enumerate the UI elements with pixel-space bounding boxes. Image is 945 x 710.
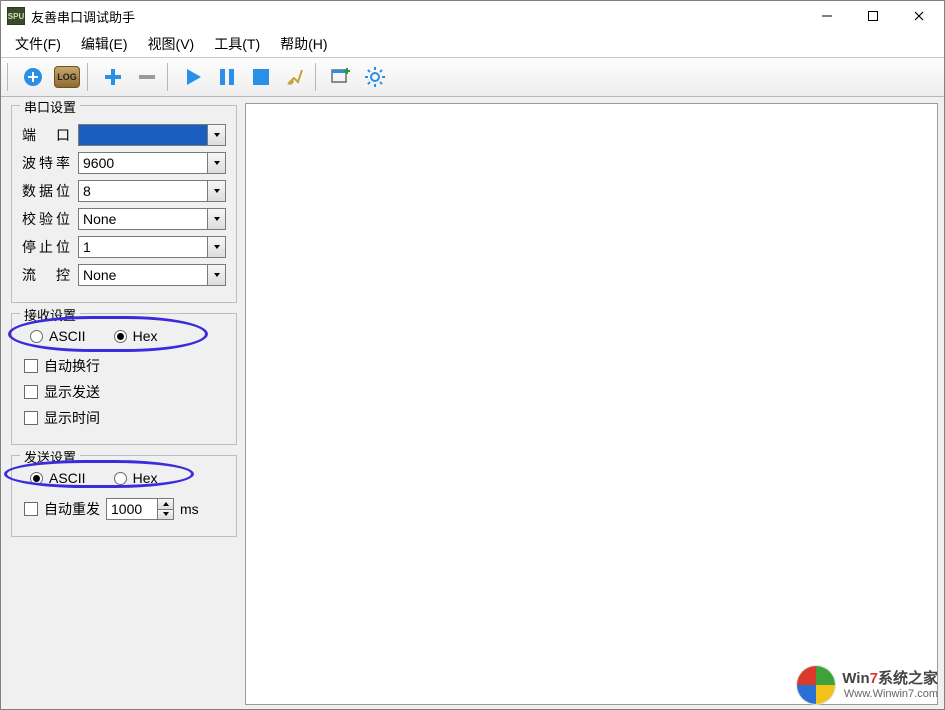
minimize-button[interactable]	[804, 2, 850, 30]
group-serial-legend: 串口设置	[20, 97, 80, 116]
group-send-settings: 发送设置 ASCII Hex 自动重发 1000	[11, 455, 237, 537]
watermark-url: Www.Winwin7.com	[842, 688, 938, 700]
close-button[interactable]	[896, 2, 942, 30]
label-send-ascii: ASCII	[49, 470, 86, 486]
remove-button[interactable]	[131, 61, 163, 93]
label-showtime: 显示时间	[44, 408, 100, 428]
settings-button[interactable]	[359, 61, 391, 93]
combo-flow[interactable]: None	[78, 264, 226, 286]
group-serial-settings: 串口设置 端 口 波特率 9600 数据位	[11, 105, 237, 303]
combo-parity-value: None	[83, 211, 116, 227]
dropdown-arrow-icon	[207, 181, 225, 201]
radio-send-hex[interactable]	[114, 472, 127, 485]
dropdown-arrow-icon	[207, 237, 225, 257]
label-recv-ascii: ASCII	[49, 328, 86, 344]
group-send-legend: 发送设置	[20, 447, 80, 466]
menu-view[interactable]: 视图(V)	[138, 31, 205, 57]
group-recv-legend: 接收设置	[20, 305, 80, 324]
interval-spinner[interactable]: 1000	[106, 498, 174, 520]
watermark: Win7系统之家 Www.Winwin7.com	[796, 663, 938, 703]
main-panel	[245, 97, 944, 710]
watermark-brand: Win7系统之家	[842, 667, 938, 688]
toolbar: LOG	[1, 57, 944, 97]
radio-send-ascii[interactable]	[30, 472, 43, 485]
label-flow: 流 控	[22, 265, 70, 285]
window-title: 友善串口调试助手	[31, 7, 135, 26]
label-databits: 数据位	[22, 181, 70, 201]
settings-sidebar: 串口设置 端 口 波特率 9600 数据位	[1, 97, 245, 710]
radio-recv-ascii[interactable]	[30, 330, 43, 343]
stop-button[interactable]	[245, 61, 277, 93]
group-recv-settings: 接收设置 ASCII Hex 自动换行	[11, 313, 237, 445]
console-output[interactable]	[245, 103, 938, 705]
clear-button[interactable]	[279, 61, 311, 93]
combo-parity[interactable]: None	[78, 208, 226, 230]
combo-databits[interactable]: 8	[78, 180, 226, 202]
spin-up-icon[interactable]	[158, 499, 173, 509]
label-autowrap: 自动换行	[44, 356, 100, 376]
interval-value: 1000	[111, 501, 142, 517]
connect-button[interactable]	[17, 61, 49, 93]
combo-stopbits[interactable]: 1	[78, 236, 226, 258]
add-button[interactable]	[97, 61, 129, 93]
dropdown-arrow-icon	[207, 125, 225, 145]
menu-edit[interactable]: 编辑(E)	[71, 31, 138, 57]
combo-stopbits-value: 1	[83, 239, 91, 255]
combo-flow-value: None	[83, 267, 116, 283]
label-stopbits: 停止位	[22, 237, 70, 257]
dropdown-arrow-icon	[207, 209, 225, 229]
label-parity: 校验位	[22, 209, 70, 229]
combo-baud[interactable]: 9600	[78, 152, 226, 174]
radio-recv-hex[interactable]	[114, 330, 127, 343]
pause-button[interactable]	[211, 61, 243, 93]
label-baud: 波特率	[22, 153, 70, 173]
label-autoresend: 自动重发	[44, 499, 100, 519]
label-port: 端 口	[22, 125, 70, 145]
dropdown-arrow-icon	[207, 265, 225, 285]
combo-port[interactable]	[78, 124, 226, 146]
menu-file[interactable]: 文件(F)	[5, 31, 71, 57]
dropdown-arrow-icon	[207, 153, 225, 173]
log-button[interactable]: LOG	[51, 61, 83, 93]
menu-bar: 文件(F) 编辑(E) 视图(V) 工具(T) 帮助(H)	[1, 31, 944, 57]
combo-baud-value: 9600	[83, 155, 114, 171]
interval-unit: ms	[180, 501, 199, 517]
check-autowrap[interactable]	[24, 359, 38, 373]
maximize-button[interactable]	[850, 2, 896, 30]
label-recv-hex: Hex	[133, 328, 158, 344]
label-send-hex: Hex	[133, 470, 158, 486]
title-bar: SPU 友善串口调试助手	[1, 1, 944, 31]
new-window-button[interactable]	[325, 61, 357, 93]
app-icon: SPU	[7, 7, 25, 25]
menu-tool[interactable]: 工具(T)	[204, 31, 270, 57]
app-window: SPU 友善串口调试助手 文件(F) 编辑(E) 视图(V) 工具(T) 帮助(…	[0, 0, 945, 710]
check-showtime[interactable]	[24, 411, 38, 425]
play-button[interactable]	[177, 61, 209, 93]
watermark-logo-icon	[796, 665, 836, 705]
combo-databits-value: 8	[83, 183, 91, 199]
label-showsend: 显示发送	[44, 382, 100, 402]
check-autoresend[interactable]	[24, 502, 38, 516]
spin-down-icon[interactable]	[158, 509, 173, 520]
spinner-buttons[interactable]	[157, 499, 173, 519]
check-showsend[interactable]	[24, 385, 38, 399]
menu-help[interactable]: 帮助(H)	[270, 31, 337, 57]
